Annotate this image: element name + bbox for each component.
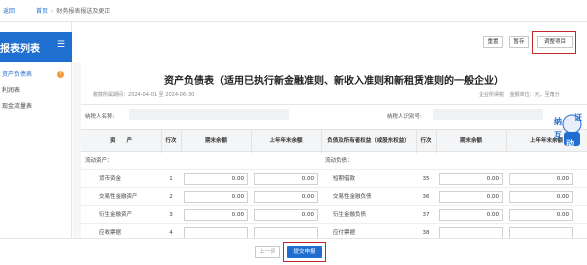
taxpayer-name-label: 纳税人名称: [85, 114, 115, 120]
period-to: 至 [158, 92, 164, 98]
taxpayer-id-field [433, 109, 543, 120]
sidebar-title: 报表列表 [0, 44, 40, 55]
tax-type: 企业所得税 [479, 92, 505, 98]
prev-year-input[interactable]: 0.00 [254, 209, 318, 221]
table-row: 交易性金融资产 2 0.00 0.00 交易性金融负债 36 0.00 0.00 [81, 188, 587, 206]
line-number: 36 [422, 194, 430, 200]
bottom-bar: 上一步 提交申报 [0, 238, 587, 265]
line-number: 37 [422, 212, 430, 218]
col-prev-year-end: 上年年末余额 [269, 138, 303, 144]
main-content: 重置 暂存 调整项目 资产负债表（适用已执行新金融准则、新收入准则和新租赁准则的… [73, 22, 587, 265]
save-draft-button[interactable]: 暂存 [509, 36, 529, 48]
mascot-char: 互 [554, 131, 562, 140]
mascot-char: 纳 [554, 117, 562, 126]
liability-name: 短期借款 [333, 176, 356, 182]
breadcrumb-current: 财务报表报送及更正 [56, 8, 111, 15]
breadcrumb-home[interactable]: 首页 [36, 8, 48, 15]
asset-name: 衍生金融资产 [99, 212, 133, 218]
line-number: 2 [169, 194, 173, 200]
tax-period: 税款所属期间：2024-04-01 至 2024-06-30 [93, 91, 194, 98]
prev-year-input[interactable]: 0.00 [509, 173, 573, 185]
liability-name: 交易性金融负债 [333, 194, 372, 200]
back-link[interactable]: 返回 [3, 6, 15, 15]
adjust-items-button[interactable]: 调整项目 [537, 36, 573, 48]
taxpayer-name-field [129, 109, 289, 120]
form-title: 资产负债表（适用已执行新金融准则、新收入准则和新租赁准则的一般企业） [164, 76, 504, 87]
prev-year-input[interactable]: 0.00 [254, 173, 318, 185]
prev-year-input[interactable]: 0.00 [509, 209, 573, 221]
sidebar-item-label: 利润表 [2, 87, 21, 94]
col-line: 行次 [165, 138, 177, 144]
col-asset: 资 产 [109, 138, 132, 144]
end-balance-input[interactable]: 0.00 [184, 209, 248, 221]
col-liability: 负债及所有者权益（或股东权益） [327, 138, 410, 144]
line-number: 3 [169, 212, 173, 218]
asset-name: 交易性金融资产 [99, 194, 138, 200]
mascot-char: 动 [566, 139, 574, 148]
col-end-balance: 期末余额 [204, 138, 227, 144]
end-balance-input[interactable]: 0.00 [439, 191, 503, 203]
table-row: 衍生金融资产 3 0.00 0.00 衍生金融负债 37 0.00 0.00 [81, 206, 587, 224]
top-bar: 返回 首页 › 财务报表报送及更正 [0, 0, 587, 22]
mascot-char: 证 [574, 113, 582, 122]
line-number: 1 [169, 176, 173, 182]
sidebar-item-cash-flow[interactable]: 现金流量表 [0, 100, 72, 114]
col-end-balance-2: 期末余额 [459, 138, 482, 144]
period-label: 税款所属期间： [93, 92, 129, 98]
unit-info: 企业所得税 金额单位：元，至角分 [479, 91, 560, 98]
sidebar-item-balance-sheet[interactable]: 资产负债表 ! [0, 68, 72, 82]
sidebar-item-income-statement[interactable]: 利润表 [0, 84, 72, 98]
assistant-mascot[interactable]: 纳 证 互 动 [552, 112, 587, 152]
asset-name: 货币资金 [99, 176, 122, 182]
sidebar-item-label: 现金流量表 [2, 103, 33, 110]
end-balance-input[interactable]: 0.00 [184, 173, 248, 185]
reset-button[interactable]: 重置 [483, 36, 503, 48]
end-balance-input[interactable]: 0.00 [439, 173, 503, 185]
warning-badge: ! [57, 71, 64, 78]
period-start: 2024-04-01 [128, 92, 158, 98]
divider [81, 104, 587, 105]
sidebar-item-label: 资产负债表 [2, 71, 33, 78]
end-balance-input[interactable]: 0.00 [184, 191, 248, 203]
table-row: 货币资金 1 0.00 0.00 短期借款 35 0.00 0.00 [81, 170, 587, 188]
currency-label: 金额单位： [509, 92, 535, 98]
breadcrumb: 首页 › 财务报表报送及更正 [36, 6, 110, 15]
line-number: 35 [422, 176, 430, 182]
currency-value: 元，至角分 [534, 92, 560, 98]
period-end: 2024-06-30 [165, 92, 195, 98]
previous-step-button[interactable]: 上一步 [255, 246, 280, 258]
balance-sheet-form: 资产负债表（适用已执行新金融准则、新收入准则和新租赁准则的一般企业） 税款所属期… [81, 62, 587, 260]
prev-year-input[interactable]: 0.00 [254, 191, 318, 203]
table-header: 资 产 行次 期末余额 上年年末余额 负债及所有者权益（或股东权益） 行次 期末… [81, 129, 587, 153]
col-line-2: 行次 [420, 138, 432, 144]
taxpayer-id-label: 纳税人识别号: [387, 114, 422, 120]
liability-name: 衍生金融负债 [333, 212, 367, 218]
menu-icon[interactable]: ☰ [57, 41, 65, 50]
toolbar: 重置 暂存 调整项目 [73, 22, 587, 62]
section-row: 流动资产： 流动负债： [81, 152, 587, 170]
section-current-liabilities: 流动负债： [325, 158, 353, 164]
section-current-assets: 流动资产： [85, 158, 113, 164]
submit-declaration-button[interactable]: 提交申报 [287, 246, 322, 258]
sidebar-header: 报表列表 ☰ [0, 32, 72, 62]
prev-year-input[interactable]: 0.00 [509, 191, 573, 203]
end-balance-input[interactable]: 0.00 [439, 209, 503, 221]
sidebar: 报表列表 ☰ 资产负债表 ! 利润表 现金流量表 [0, 22, 72, 265]
